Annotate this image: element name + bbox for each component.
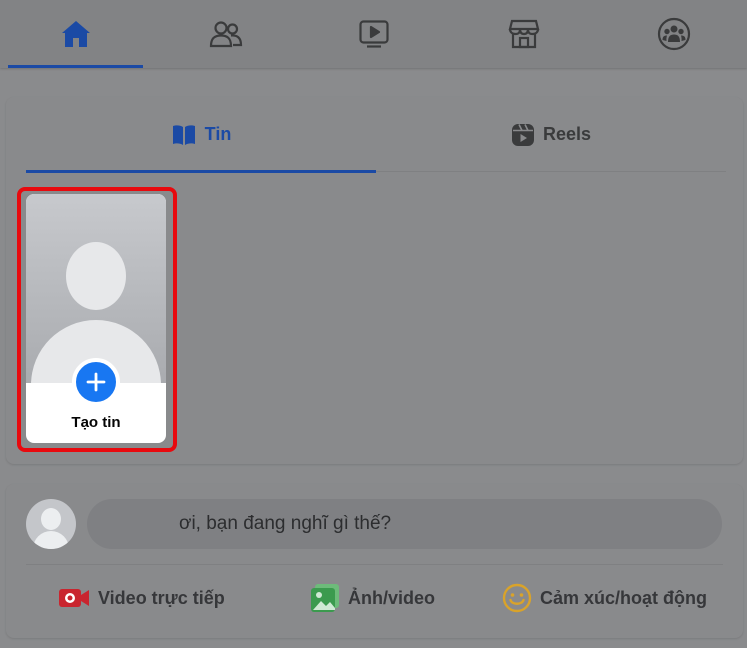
feeling-activity-label: Cảm xúc/hoạt động	[540, 587, 708, 608]
watch-icon	[358, 20, 389, 48]
add-story-button[interactable]	[72, 358, 120, 406]
nav-watch[interactable]	[306, 0, 441, 68]
feeling-icon	[502, 583, 532, 613]
nav-marketplace[interactable]	[456, 0, 591, 68]
avatar-body	[33, 531, 69, 549]
plus-icon	[86, 372, 106, 392]
profile-placeholder	[26, 194, 166, 383]
reels-icon	[511, 123, 534, 146]
status-placeholder: ơi, bạn đang nghĩ gì thế?	[179, 513, 392, 534]
create-story-card[interactable]: Tạo tin	[26, 194, 166, 443]
live-video-label: Video trực tiếp	[98, 587, 225, 608]
live-video-button[interactable]: Video trực tiếp	[58, 580, 225, 616]
create-story-label: Tạo tin	[71, 414, 121, 431]
tab-stories-label: Tin	[204, 124, 232, 144]
photo-icon	[311, 584, 339, 612]
placeholder-head	[66, 242, 126, 310]
avatar-head	[41, 508, 61, 530]
home-icon	[61, 21, 90, 47]
live-video-icon	[59, 589, 89, 607]
avatar[interactable]	[26, 499, 76, 549]
tab-reels[interactable]: Reels	[376, 97, 726, 172]
feeling-activity-button[interactable]: Cảm xúc/hoạt động	[502, 580, 707, 616]
status-input[interactable]: ơi, bạn đang nghĩ gì thế?	[87, 499, 722, 549]
friends-icon	[209, 21, 242, 48]
groups-icon	[657, 17, 690, 51]
marketplace-icon	[508, 19, 539, 49]
divider	[26, 564, 723, 565]
composer-card: ơi, bạn đang nghĩ gì thế? Video trực tiế…	[6, 484, 743, 638]
stories-tabs: Tin Reels	[26, 97, 726, 173]
nav-home[interactable]	[8, 0, 143, 68]
nav-groups[interactable]	[606, 0, 741, 68]
top-nav	[0, 0, 747, 68]
photo-video-label: Ảnh/video	[348, 587, 436, 608]
photo-video-button[interactable]: Ảnh/video	[310, 580, 435, 616]
tab-reels-label: Reels	[542, 124, 592, 144]
tab-stories[interactable]: Tin	[26, 97, 376, 173]
nav-friends[interactable]	[158, 0, 293, 68]
book-icon	[172, 124, 195, 145]
